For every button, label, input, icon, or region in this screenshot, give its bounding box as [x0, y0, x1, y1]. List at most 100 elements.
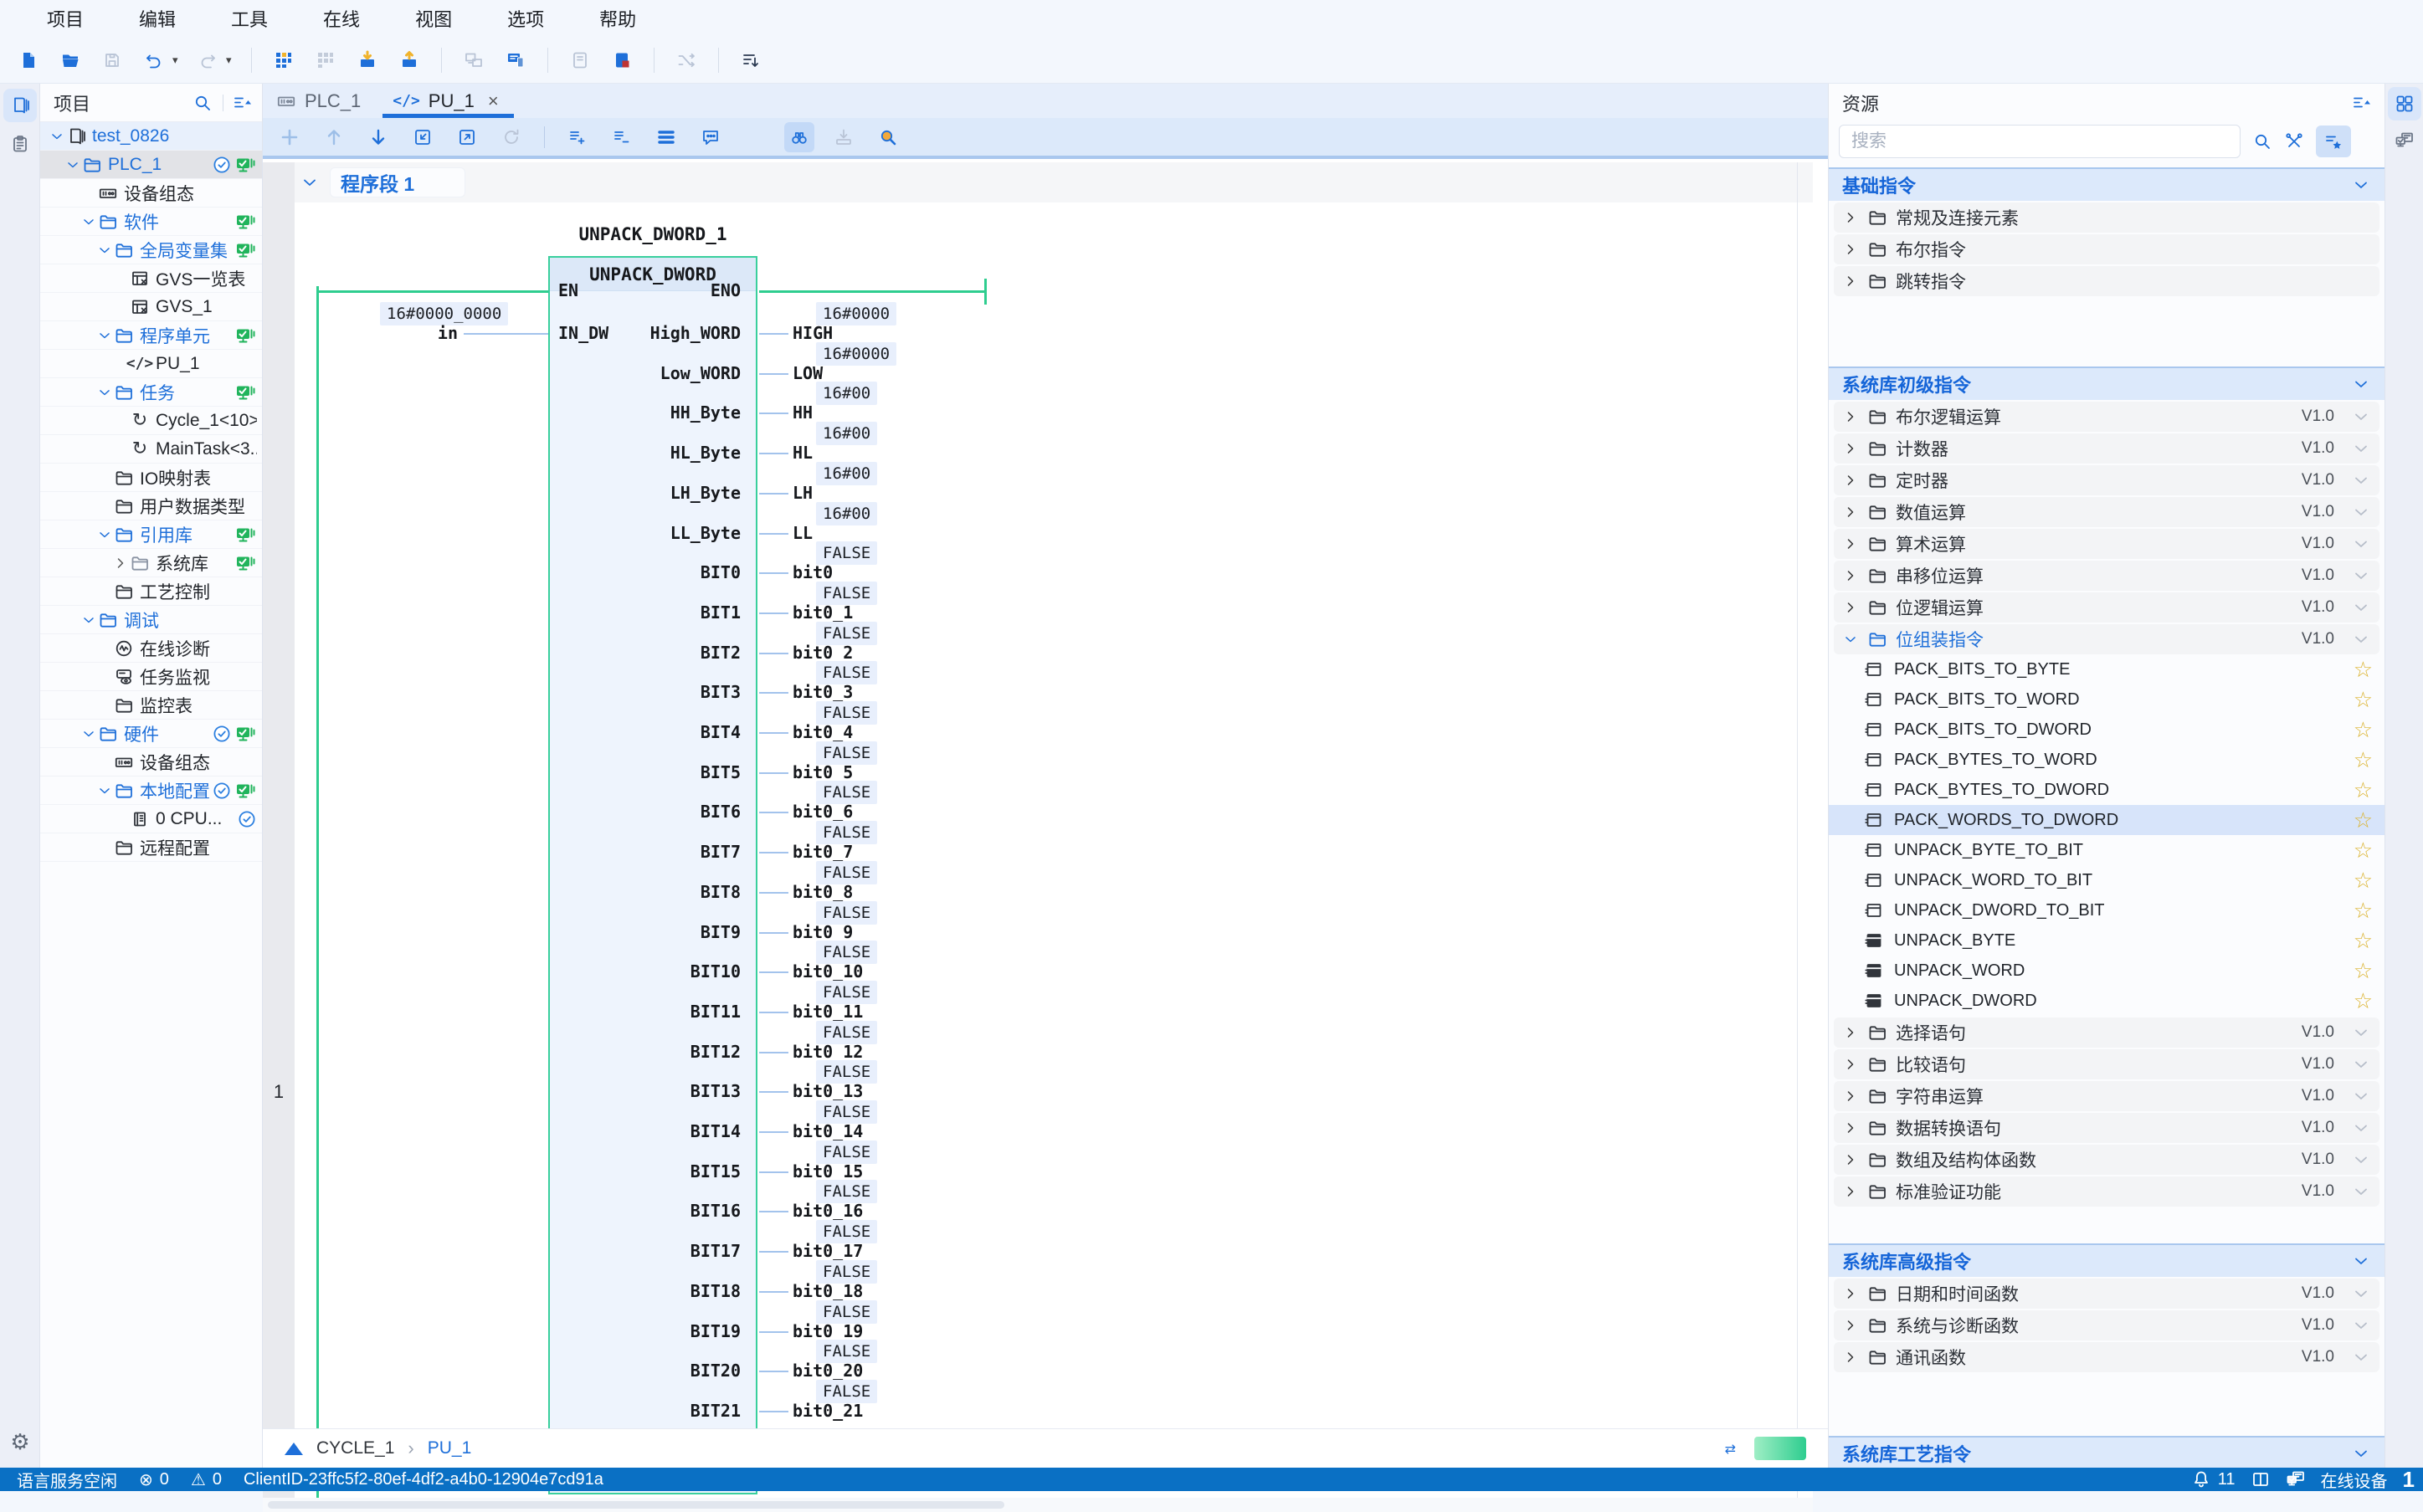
instruction-PACK_BYTES_TO_WORD[interactable]: PACK_BYTES_TO_WORD ☆: [1829, 745, 2384, 775]
pin-BIT2[interactable]: BIT2: [548, 643, 749, 663]
output-value[interactable]: FALSE: [816, 981, 877, 1004]
instruction-category[interactable]: 标准验证功能 V1.0: [1834, 1176, 2379, 1207]
tree-item-cycle-1[interactable]: ↻ Cycle_1<10>: [40, 407, 262, 435]
output-variable[interactable]: bit0_13: [793, 1081, 863, 1101]
pin-BIT14[interactable]: BIT14: [548, 1121, 749, 1141]
section-header[interactable]: 系统库初级指令: [1829, 366, 2384, 400]
network-collapse-icon[interactable]: [300, 172, 320, 192]
upload-from-device-button[interactable]: [393, 44, 426, 77]
menu-2[interactable]: 工具: [231, 5, 268, 32]
pin-BIT0[interactable]: BIT0: [548, 562, 749, 582]
instruction-category[interactable]: 日期和时间函数 V1.0: [1834, 1279, 2379, 1309]
move-down-button[interactable]: [363, 122, 393, 152]
output-variable[interactable]: bit0_20: [793, 1361, 863, 1381]
function-block[interactable]: UNPACK_DWORD: [548, 256, 757, 1494]
move-up-button[interactable]: [319, 122, 349, 152]
instruction-category[interactable]: 算术运算 V1.0: [1834, 529, 2379, 559]
instruction-category[interactable]: 位组装指令 V1.0: [1834, 624, 2379, 654]
instruction-category[interactable]: 数值运算 V1.0: [1834, 497, 2379, 527]
redo-button[interactable]: [191, 44, 224, 77]
output-value[interactable]: FALSE: [816, 1220, 877, 1243]
instruction-UNPACK_WORD_TO_BIT[interactable]: UNPACK_WORD_TO_BIT ☆: [1829, 865, 2384, 895]
instruction-category[interactable]: 跳转指令: [1834, 266, 2379, 296]
pin-BIT19[interactable]: BIT19: [548, 1321, 749, 1341]
output-variable[interactable]: HIGH: [793, 323, 833, 343]
tree-item-reference-lib[interactable]: 引用库: [40, 520, 262, 549]
comment-button[interactable]: [696, 122, 726, 152]
favorite-star-icon[interactable]: ☆: [2354, 749, 2373, 771]
output-variable[interactable]: bit0_18: [793, 1281, 863, 1301]
favorite-star-icon[interactable]: ☆: [2354, 869, 2373, 892]
tree-item-remote-config[interactable]: 远程配置: [40, 833, 262, 862]
output-value[interactable]: 16#00: [816, 462, 877, 485]
output-variable[interactable]: LOW: [793, 363, 823, 383]
stop-device-button[interactable]: [605, 44, 639, 77]
tree-item-task-monitor[interactable]: 任务监视: [40, 663, 262, 691]
add-element-button[interactable]: [275, 122, 305, 152]
instruction-category[interactable]: 数组及结构体函数 V1.0: [1834, 1145, 2379, 1175]
breadcrumb-unit[interactable]: PU_1: [428, 1438, 472, 1458]
pin-BIT11[interactable]: BIT11: [548, 1002, 749, 1022]
output-variable[interactable]: bit0_15: [793, 1161, 863, 1181]
device-online-icon[interactable]: [2286, 1469, 2306, 1489]
output-variable[interactable]: bit0_19: [793, 1321, 863, 1341]
output-variable[interactable]: bit0_17: [793, 1241, 863, 1261]
output-value[interactable]: FALSE: [816, 541, 877, 565]
output-variable[interactable]: bit0_11: [793, 1002, 863, 1022]
list-view-button[interactable]: [651, 122, 681, 152]
pin-BIT1[interactable]: BIT1: [548, 602, 749, 623]
output-variable[interactable]: bit0_21: [793, 1401, 863, 1421]
output-variable[interactable]: bit0_3: [793, 682, 853, 702]
output-value[interactable]: FALSE: [816, 741, 877, 765]
output-value[interactable]: 16#0000: [816, 342, 896, 366]
output-value[interactable]: FALSE: [816, 1100, 877, 1124]
tree-item-watch-table[interactable]: 监控表: [40, 691, 262, 720]
undo-button[interactable]: [137, 44, 171, 77]
input-value[interactable]: 16#0000_0000: [380, 302, 508, 325]
resource-collapse-icon[interactable]: [2351, 93, 2371, 113]
save-project-button[interactable]: [95, 44, 129, 77]
instruction-category[interactable]: 数据转换语句 V1.0: [1834, 1113, 2379, 1143]
output-variable[interactable]: bit0_4: [793, 722, 853, 742]
output-value[interactable]: FALSE: [816, 1021, 877, 1044]
tree-item-debug[interactable]: 调试: [40, 606, 262, 634]
strip-grid-view[interactable]: [2388, 87, 2421, 120]
favorite-star-icon[interactable]: ☆: [2354, 689, 2373, 711]
instruction-PACK_WORDS_TO_DWORD[interactable]: PACK_WORDS_TO_DWORD ☆: [1829, 805, 2384, 835]
pin-BIT8[interactable]: BIT8: [548, 882, 749, 902]
output-variable[interactable]: bit0_10: [793, 961, 863, 982]
pin-LL_Byte[interactable]: LL_Byte: [548, 523, 749, 543]
tree-item-gvs-1[interactable]: GVS_1: [40, 293, 262, 321]
favorite-star-icon[interactable]: ☆: [2354, 719, 2373, 741]
output-variable[interactable]: LH: [793, 483, 813, 503]
favorite-star-icon[interactable]: ☆: [2354, 809, 2373, 832]
instruction-category[interactable]: 比较语句 V1.0: [1834, 1049, 2379, 1079]
output-value[interactable]: FALSE: [816, 1140, 877, 1164]
tree-item-pu-1[interactable]: </> PU_1: [40, 350, 262, 378]
find-button[interactable]: [784, 122, 814, 152]
output-variable[interactable]: bit0_9: [793, 922, 853, 942]
output-variable[interactable]: bit0_8: [793, 882, 853, 902]
instruction-category[interactable]: 通讯函数 V1.0: [1834, 1342, 2379, 1372]
pin-BIT5[interactable]: BIT5: [548, 762, 749, 782]
tree-item-hw-device-config[interactable]: 设备组态: [40, 748, 262, 777]
menu-4[interactable]: 视图: [415, 5, 452, 32]
instruction-category[interactable]: 布尔指令: [1834, 234, 2379, 264]
error-counter[interactable]: ⊗ 0: [139, 1469, 169, 1489]
output-variable[interactable]: bit0_6: [793, 802, 853, 822]
tree-item-software-std[interactable]: 软件: [40, 208, 262, 236]
online-monitor-button[interactable]: [499, 44, 532, 77]
instruction-category[interactable]: 字符串运算 V1.0: [1834, 1081, 2379, 1111]
tree-item-maintask[interactable]: ↻ MainTask<3...: [40, 435, 262, 464]
output-variable[interactable]: bit0_14: [793, 1121, 863, 1141]
tree-item-plc-1[interactable]: PLC_1: [40, 151, 262, 179]
breadcrumb-task[interactable]: CYCLE_1: [316, 1438, 394, 1458]
output-value[interactable]: FALSE: [816, 941, 877, 964]
output-variable[interactable]: bit0_7: [793, 842, 853, 862]
window-icon[interactable]: [2251, 1469, 2271, 1489]
instruction-PACK_BITS_TO_WORD[interactable]: PACK_BITS_TO_WORD ☆: [1829, 684, 2384, 715]
instruction-category[interactable]: 串移位运算 V1.0: [1834, 561, 2379, 591]
tab-pu-1[interactable]: </> PU_1 ×: [379, 84, 516, 118]
input-variable[interactable]: in: [374, 323, 458, 343]
output-value[interactable]: FALSE: [816, 1300, 877, 1324]
